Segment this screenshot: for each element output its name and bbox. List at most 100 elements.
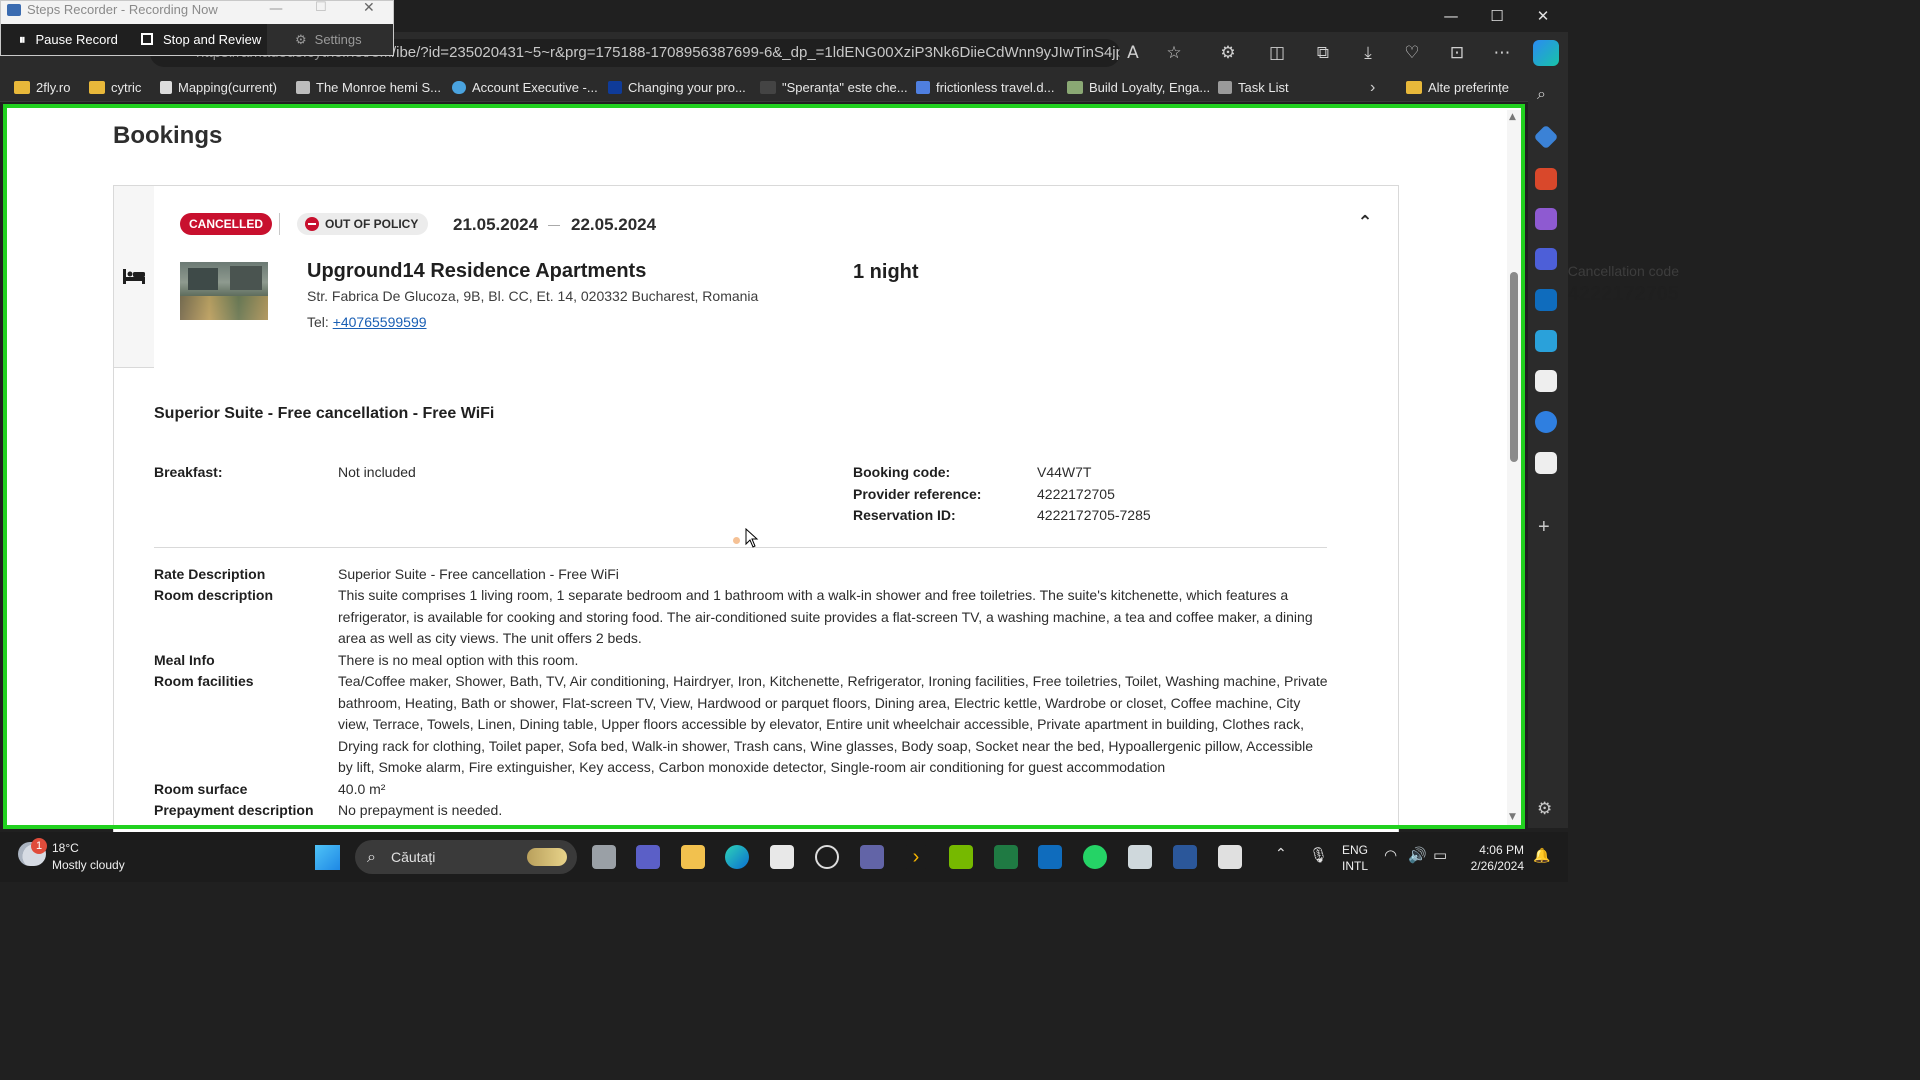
language-bottom[interactable]: INTL xyxy=(1342,859,1368,873)
fav-item[interactable]: cytric xyxy=(89,74,141,102)
split-screen-icon[interactable]: ◫ xyxy=(1264,40,1290,66)
telegram-icon[interactable] xyxy=(1535,330,1557,352)
hotel-thumbnail-image[interactable] xyxy=(180,262,268,320)
favorite-star-icon[interactable]: ☆ xyxy=(1161,40,1187,66)
app-icon[interactable] xyxy=(1535,452,1557,474)
notifications-bell-icon[interactable]: 🔔 xyxy=(1533,848,1550,864)
outlook-icon[interactable] xyxy=(1535,289,1557,311)
fav-item[interactable]: Build Loyalty, Enga... xyxy=(1067,74,1210,102)
microphone-icon[interactable]: 🎙 xyxy=(1309,846,1328,864)
teams-work-icon[interactable] xyxy=(860,845,884,869)
downloads-icon[interactable]: ⤓ xyxy=(1355,40,1381,66)
sidebar-settings-gear-icon[interactable]: ⚙ xyxy=(1537,799,1552,819)
store-icon[interactable] xyxy=(770,845,794,869)
dell-icon[interactable] xyxy=(815,845,839,869)
collapse-chevron-up-icon[interactable]: ⌃ xyxy=(1354,212,1376,234)
weather-temp[interactable]: 18°C xyxy=(52,841,79,855)
pause-record-button[interactable]: ⏸ Pause Record xyxy=(19,24,118,55)
battery-icon[interactable]: ▭ xyxy=(1433,846,1447,864)
page-scrollbar[interactable] xyxy=(1507,110,1521,826)
search-icon[interactable]: ⌕ xyxy=(1537,84,1546,104)
nights-count: 1 night xyxy=(853,261,919,283)
steps-recorder-taskbar-icon[interactable] xyxy=(1218,845,1242,869)
fav-item[interactable]: "Speranța" este che... xyxy=(760,74,908,102)
wifi-icon[interactable]: ◠ xyxy=(1384,846,1397,864)
stop-icon xyxy=(141,33,153,45)
extensions-icon[interactable]: ⚙ xyxy=(1215,40,1241,66)
detail-label: Room facilities xyxy=(154,673,254,689)
page-icon xyxy=(160,81,172,94)
fav-item[interactable]: frictionless travel.d... xyxy=(916,74,1055,102)
cancellation-code-label: Cancellation code xyxy=(1567,263,1679,279)
detail-value: Superior Suite - Free cancellation - Fre… xyxy=(338,566,619,582)
steps-close-icon[interactable]: ✕ xyxy=(363,0,375,16)
detail-label: Prepayment description xyxy=(154,802,314,818)
clock-date[interactable]: 2/26/2024 xyxy=(1463,859,1524,873)
windows-start-icon[interactable] xyxy=(315,845,340,870)
close-button[interactable]: ✕ xyxy=(1520,0,1566,32)
steps-minimize-icon[interactable]: — xyxy=(269,1,283,17)
teams-icon[interactable] xyxy=(636,845,660,869)
browser-essentials-icon[interactable]: ♡ xyxy=(1399,40,1425,66)
nvidia-icon[interactable] xyxy=(949,845,973,869)
add-sidebar-app-icon[interactable]: + xyxy=(1538,516,1550,539)
gear-icon: ⚙ xyxy=(295,33,307,48)
bed-icon xyxy=(123,269,145,284)
stop-label: Stop and Review xyxy=(163,32,262,47)
m365-icon[interactable] xyxy=(1535,248,1557,270)
status-badge: CANCELLED xyxy=(180,213,272,235)
fav-item[interactable]: Account Executive -... xyxy=(452,74,598,102)
task-view-icon[interactable] xyxy=(592,845,616,869)
file-explorer-icon[interactable] xyxy=(681,845,705,869)
toolbox-icon[interactable] xyxy=(1535,168,1557,190)
read-aloud-icon[interactable]: A xyxy=(1120,40,1146,66)
reservation-id-value: 4222172705-7285 xyxy=(1037,507,1151,523)
date-separator xyxy=(548,225,560,226)
whatsapp-icon[interactable] xyxy=(1083,845,1107,869)
games-icon[interactable] xyxy=(1535,208,1557,230)
section-divider xyxy=(154,547,1327,548)
fav-item[interactable]: Task List xyxy=(1218,74,1289,102)
stop-and-review-button[interactable]: Stop and Review xyxy=(141,24,261,55)
more-menu-icon[interactable]: ⋯ xyxy=(1489,40,1515,66)
show-hidden-icons-chevron-icon[interactable]: ⌃ xyxy=(1275,846,1287,862)
weather-description[interactable]: Mostly cloudy xyxy=(52,858,125,872)
excel-icon[interactable] xyxy=(994,845,1018,869)
copilot-icon[interactable] xyxy=(1533,40,1559,66)
scrollbar-thumb[interactable] xyxy=(1510,272,1518,462)
settings-button[interactable]: ⚙ Settings xyxy=(267,24,393,55)
collections-icon[interactable]: ⧉ xyxy=(1310,40,1336,66)
taskbar-search-input[interactable]: ⌕ Căutați xyxy=(355,840,577,874)
app-icon[interactable] xyxy=(1535,370,1557,392)
language-top[interactable]: ENG xyxy=(1342,843,1368,857)
volume-icon[interactable]: 🔊 xyxy=(1408,846,1427,864)
fav-item-other[interactable]: Alte preferințe xyxy=(1406,74,1509,102)
cancellation-code: 4222172705 xyxy=(1567,283,1679,305)
scroll-down-arrow-icon[interactable]: ▼ xyxy=(1509,812,1516,822)
clock-time[interactable]: 4:06 PM xyxy=(1478,843,1524,857)
word-icon[interactable] xyxy=(1173,845,1197,869)
maximize-button[interactable]: ☐ xyxy=(1474,0,1520,32)
fav-item[interactable]: Mapping(current) xyxy=(160,74,277,102)
fav-item[interactable]: 2fly.ro xyxy=(14,74,70,102)
fav-item[interactable]: The Monroe hemi S... xyxy=(296,74,441,102)
plex-icon[interactable]: › xyxy=(904,845,928,869)
hotel-name: Upground14 Residence Apartments xyxy=(307,260,647,282)
fav-item[interactable]: Changing your pro... xyxy=(608,74,746,102)
policy-badge: OUT OF POLICY xyxy=(297,213,429,235)
fav-label: cytric xyxy=(111,80,142,95)
outlook-icon[interactable] xyxy=(1038,845,1062,869)
breakfast-label: Breakfast: xyxy=(154,464,223,480)
edge-icon[interactable] xyxy=(725,845,749,869)
booking-code-label: Booking code: xyxy=(853,464,951,480)
snipping-tool-icon[interactable] xyxy=(1128,845,1152,869)
minimize-button[interactable]: — xyxy=(1428,0,1474,32)
settings-label: Settings xyxy=(314,32,362,47)
favorites-overflow-chevron-icon[interactable]: › xyxy=(1370,74,1375,102)
steps-maximize-icon[interactable]: ☐ xyxy=(315,0,327,15)
folder-icon xyxy=(1406,81,1422,94)
scroll-up-arrow-icon[interactable]: ▲ xyxy=(1509,112,1516,122)
phone-link[interactable]: +40765599599 xyxy=(333,314,427,330)
amazon-icon[interactable] xyxy=(1535,411,1557,433)
screenshot-icon[interactable]: ⊡ xyxy=(1444,40,1470,66)
